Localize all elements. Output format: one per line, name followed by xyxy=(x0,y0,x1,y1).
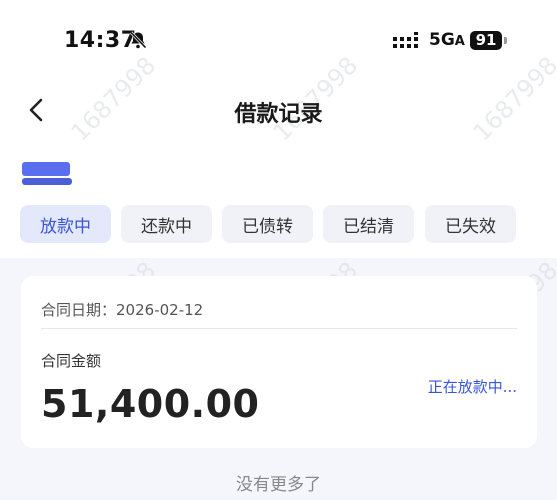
tab-repaying[interactable]: 还款中 xyxy=(121,205,212,243)
tab-transferred[interactable]: 已债转 xyxy=(222,205,313,243)
divider xyxy=(41,328,517,329)
contract-amount-label: 合同金额 xyxy=(41,352,102,370)
bell-muted-icon xyxy=(129,31,147,49)
signal-icon xyxy=(393,32,418,48)
tab-lending[interactable]: 放款中 xyxy=(20,205,111,243)
battery-tip xyxy=(504,37,507,44)
lending-status-link[interactable]: 正在放款中... xyxy=(428,376,517,397)
tab-settled[interactable]: 已结清 xyxy=(323,205,414,243)
contract-date-label: 合同日期： xyxy=(41,301,117,319)
blurred-tag xyxy=(22,160,72,188)
no-more-text: 没有更多了 xyxy=(236,475,321,495)
network-label: 5GA xyxy=(429,30,465,50)
page-title: 借款记录 xyxy=(234,102,323,127)
contract-date-value: 2026-02-12 xyxy=(116,301,204,319)
contract-amount: 51,400.00 xyxy=(41,382,260,426)
contract-date: 合同日期：2026-02-12 xyxy=(41,299,203,320)
loan-record-card[interactable]: 合同日期：2026-02-12 合同金额 51,400.00 正在放款中... xyxy=(21,276,537,448)
battery-icon: 91 xyxy=(470,31,502,50)
tab-expired[interactable]: 已失效 xyxy=(425,205,516,243)
status-time: 14:37 xyxy=(64,28,137,53)
